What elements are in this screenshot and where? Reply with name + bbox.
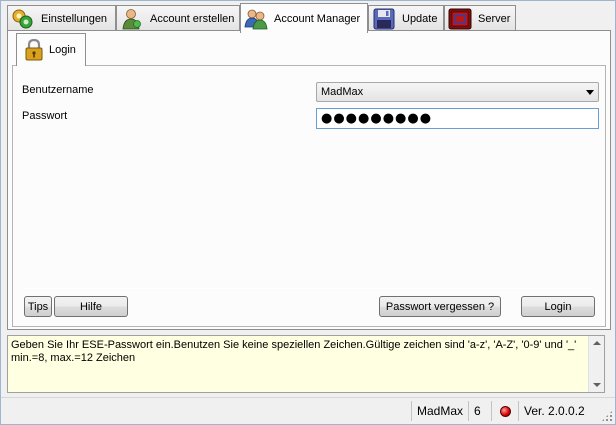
tab-label: Account Manager: [274, 12, 361, 25]
scroll-up-icon[interactable]: [593, 341, 601, 345]
login-button[interactable]: Login: [521, 296, 595, 317]
chevron-down-icon: [586, 90, 594, 95]
resize-grip-icon[interactable]: [601, 410, 613, 422]
tips-button[interactable]: Tips: [24, 296, 52, 317]
hilfe-button[interactable]: Hilfe: [54, 296, 128, 317]
password-value: ●●●●●●●●●: [321, 111, 433, 126]
hint-line-2: min.=8, max.=12 Zeichen: [11, 352, 136, 364]
lock-icon: [25, 38, 43, 61]
message-scrollbar[interactable]: [588, 336, 604, 392]
login-panel: Benutzername MadMax Passwort ●●●●●●●●● T…: [12, 65, 606, 327]
divider: [21, 288, 595, 289]
hint-line-1: Geben Sie Ihr ESE-Passwort ein.Benutzen …: [11, 339, 577, 351]
status-user-text: MadMax: [417, 404, 464, 418]
status-led-icon: [499, 405, 511, 417]
status-count-text: 6: [474, 404, 481, 418]
status-bar: MadMax 6 Ver. 2.0.0.2: [1, 397, 615, 424]
tab-label: Login: [49, 44, 76, 56]
tab-login[interactable]: Login: [16, 33, 86, 66]
status-user: MadMax: [411, 401, 468, 421]
app-window: Einstellungen Account erstellen Account …: [0, 0, 616, 425]
hint-message-box: Geben Sie Ihr ESE-Passwort ein.Benutzen …: [7, 335, 605, 393]
tab-account-manager[interactable]: Account Manager: [240, 3, 368, 33]
tab-update[interactable]: Update: [368, 5, 444, 32]
main-tab-strip: Einstellungen Account erstellen Account …: [7, 3, 611, 33]
status-indicator: [491, 401, 518, 421]
tab-einstellungen[interactable]: Einstellungen: [7, 5, 116, 32]
tab-account-erstellen[interactable]: Account erstellen: [116, 5, 240, 32]
username-label: Benutzername: [22, 84, 94, 96]
floppy-disk-icon: [372, 8, 396, 30]
users-icon: [244, 8, 268, 30]
status-count: 6: [468, 401, 491, 421]
user-add-icon: [120, 8, 144, 30]
settings-icon: [11, 8, 35, 30]
tab-label: Server: [478, 13, 511, 25]
tab-label: Update: [402, 13, 438, 25]
tab-label: Einstellungen: [41, 13, 108, 25]
account-manager-panel: Login Benutzername MadMax Passwort ●●●●●…: [7, 30, 611, 330]
status-version: Ver. 2.0.0.2: [518, 401, 598, 421]
tab-server[interactable]: Server: [444, 5, 516, 32]
password-label: Passwort: [22, 110, 68, 122]
username-select[interactable]: MadMax: [316, 82, 599, 102]
forgot-password-button[interactable]: Passwort vergessen ?: [379, 296, 501, 317]
status-version-text: Ver. 2.0.0.2: [524, 404, 585, 418]
scroll-down-icon[interactable]: [593, 383, 601, 387]
password-input[interactable]: ●●●●●●●●●: [316, 108, 599, 129]
tab-label: Account erstellen: [150, 13, 235, 25]
username-value: MadMax: [321, 86, 364, 98]
server-icon: [448, 8, 472, 30]
